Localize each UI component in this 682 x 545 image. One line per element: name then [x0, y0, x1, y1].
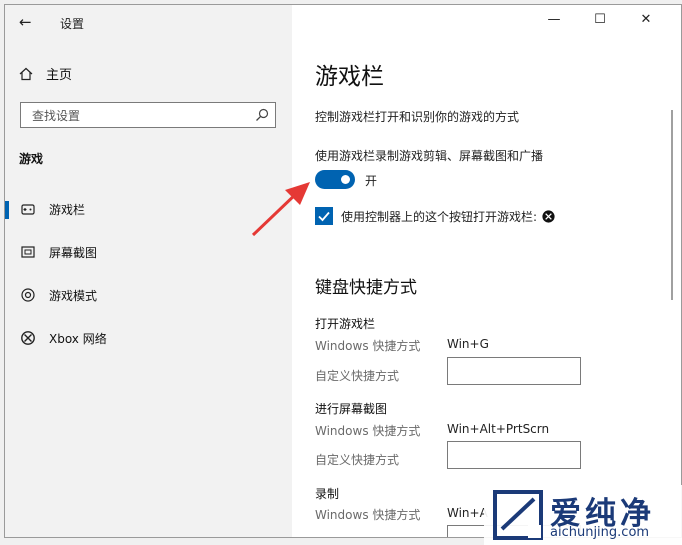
sidebar-item-gamebar[interactable]: 游戏栏	[5, 193, 292, 225]
windows-shortcut-label: Windows 快捷方式	[315, 424, 421, 438]
watermark: 爱纯净 aichunjing.com	[484, 485, 682, 545]
windows-shortcut-value: Win+Alt+PrtScrn	[447, 422, 550, 436]
maximize-button[interactable]: ☐	[577, 12, 623, 27]
home-icon	[19, 67, 33, 80]
group-title: 打开游戏栏	[315, 317, 376, 331]
xbox-icon	[21, 331, 35, 345]
xbox-button-icon	[542, 210, 555, 223]
gamebar-icon	[21, 204, 35, 215]
window-title: 设置	[60, 17, 85, 31]
gamemode-icon	[21, 288, 35, 302]
custom-shortcut-label: 自定义快捷方式	[315, 453, 400, 467]
search-box[interactable]	[20, 102, 276, 128]
checkmark-icon	[318, 211, 330, 222]
screenshot-icon	[21, 246, 35, 258]
controller-checkbox[interactable]	[315, 207, 333, 225]
window-controls: — ☐ ✕	[531, 12, 669, 27]
watermark-logo-icon	[493, 490, 543, 540]
watermark-domain: aichunjing.com	[550, 525, 650, 540]
windows-shortcut-label: Windows 快捷方式	[315, 508, 421, 522]
toggle-state: 开	[365, 174, 378, 188]
group-title: 进行屏幕截图	[315, 402, 388, 416]
custom-shortcut-input[interactable]	[447, 357, 581, 385]
nav-home-label: 主页	[46, 68, 73, 83]
gamebar-toggle[interactable]	[315, 170, 355, 189]
custom-shortcut-label: 自定义快捷方式	[315, 369, 400, 383]
checkbox-label-text: 使用控制器上的这个按钮打开游戏栏:	[341, 210, 538, 224]
search-input[interactable]	[30, 107, 254, 125]
windows-shortcut-value: Win+A	[447, 506, 488, 520]
checkbox-label: 使用控制器上的这个按钮打开游戏栏:	[341, 208, 555, 225]
group-title: 录制	[315, 487, 340, 501]
sidebar: ← 设置 主页 游戏 游戏栏	[5, 5, 292, 537]
nav-home[interactable]: 主页	[19, 64, 72, 83]
toggle-knob	[341, 175, 350, 184]
custom-shortcut-input[interactable]	[447, 441, 581, 469]
close-button[interactable]: ✕	[623, 12, 669, 27]
page-title: 游戏栏	[315, 64, 384, 90]
sidebar-item-gamemode[interactable]: 游戏模式	[5, 279, 292, 311]
shortcuts-heading: 键盘快捷方式	[315, 278, 417, 298]
sidebar-item-label: 屏幕截图	[49, 245, 98, 260]
back-arrow-icon[interactable]: ←	[19, 13, 32, 31]
annotation-arrow-icon	[251, 182, 310, 237]
sidebar-item-screenshot[interactable]: 屏幕截图	[5, 236, 292, 268]
search-icon	[256, 108, 269, 121]
toggle-label: 使用游戏栏录制游戏剪辑、屏幕截图和广播	[315, 149, 544, 163]
section-heading: 游戏	[19, 152, 44, 166]
minimize-button[interactable]: —	[531, 12, 577, 27]
sidebar-item-label: 游戏模式	[49, 288, 98, 303]
windows-shortcut-value: Win+G	[447, 337, 489, 351]
sidebar-item-label: 游戏栏	[49, 202, 86, 217]
main-panel: — ☐ ✕ 游戏栏 控制游戏栏打开和识别你的游戏的方式 使用游戏栏录制游戏剪辑、…	[292, 5, 681, 537]
sidebar-item-xbox[interactable]: Xbox 网络	[5, 322, 292, 354]
windows-shortcut-label: Windows 快捷方式	[315, 339, 421, 353]
sidebar-item-label: Xbox 网络	[49, 331, 107, 346]
scrollbar[interactable]	[671, 110, 673, 300]
page-description: 控制游戏栏打开和识别你的游戏的方式	[315, 110, 520, 124]
settings-window: ← 设置 主页 游戏 游戏栏	[4, 4, 682, 538]
